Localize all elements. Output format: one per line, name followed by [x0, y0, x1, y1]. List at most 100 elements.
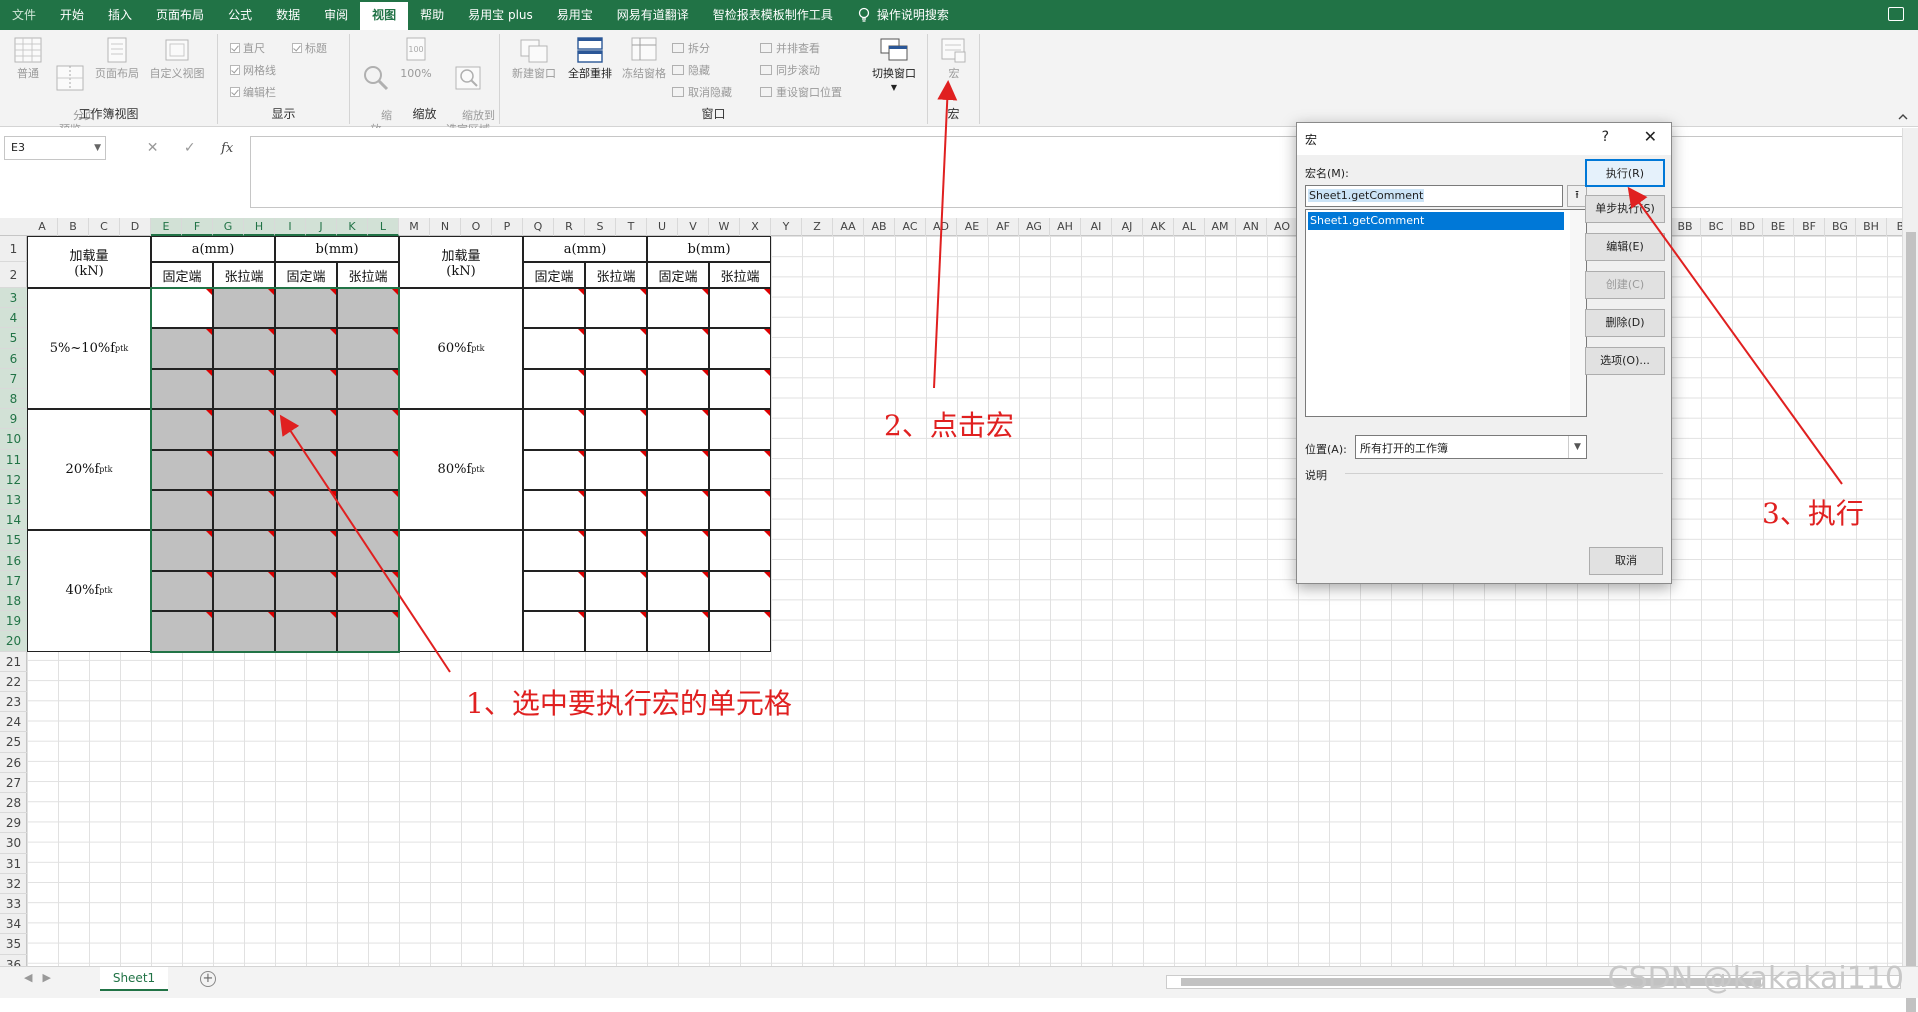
- row-header[interactable]: 16: [0, 550, 27, 571]
- column-header[interactable]: AL: [1174, 218, 1205, 236]
- create-button[interactable]: 创建(C): [1585, 271, 1665, 299]
- tab-file[interactable]: 文件: [0, 0, 48, 30]
- column-header[interactable]: B: [58, 218, 89, 236]
- column-header[interactable]: K: [337, 218, 368, 236]
- measurement-cell[interactable]: [709, 490, 771, 531]
- row-header[interactable]: 24: [0, 712, 27, 733]
- measurement-cell[interactable]: [647, 288, 709, 329]
- measurement-cell[interactable]: [709, 288, 771, 329]
- cancel-formula-icon[interactable]: ✕: [147, 140, 159, 156]
- measurement-cell[interactable]: [151, 611, 213, 652]
- vertical-scrollbar[interactable]: [1902, 128, 1918, 1012]
- run-button[interactable]: 执行(R): [1585, 159, 1665, 187]
- measurement-cell[interactable]: [647, 368, 709, 410]
- measurement-cell[interactable]: [337, 368, 399, 410]
- column-header[interactable]: AJ: [1112, 218, 1143, 236]
- measurement-cell[interactable]: [337, 490, 399, 531]
- measurement-cell[interactable]: [523, 530, 585, 571]
- measurement-cell[interactable]: [585, 368, 647, 410]
- measurement-cell[interactable]: [647, 449, 709, 490]
- tab-youdao-translate[interactable]: 网易有道翻译: [605, 0, 701, 30]
- row-header[interactable]: 15: [0, 530, 27, 551]
- measurement-cell[interactable]: [647, 409, 709, 450]
- row-header[interactable]: 12: [0, 469, 27, 490]
- measurement-cell[interactable]: [213, 490, 275, 531]
- measurement-cell[interactable]: [275, 611, 337, 652]
- custom-views-button[interactable]: 自定义视图: [144, 36, 210, 81]
- row-header[interactable]: 28: [0, 793, 27, 814]
- column-header[interactable]: BE: [1763, 218, 1794, 236]
- column-header[interactable]: A: [27, 218, 58, 236]
- measurement-cell[interactable]: [213, 449, 275, 490]
- tension-end-header-cell[interactable]: 张拉端: [337, 262, 399, 288]
- tab-help[interactable]: 帮助: [408, 0, 456, 30]
- column-header[interactable]: AB: [864, 218, 895, 236]
- column-header[interactable]: G: [213, 218, 244, 236]
- measurement-cell[interactable]: [585, 490, 647, 531]
- fixed-end-header-cell[interactable]: 固定端: [151, 262, 213, 288]
- column-header[interactable]: F: [182, 218, 213, 236]
- measurement-cell[interactable]: [275, 530, 337, 571]
- normal-view-button[interactable]: 普通: [8, 36, 48, 81]
- enter-formula-icon[interactable]: ✓: [184, 140, 196, 156]
- row-header[interactable]: 25: [0, 732, 27, 753]
- macro-name-input[interactable]: Sheet1.getComment: [1305, 185, 1563, 207]
- measurement-cell[interactable]: [709, 530, 771, 571]
- tab-view[interactable]: 视图: [360, 2, 409, 30]
- synchronous-scrolling-button[interactable]: 同步滚动: [760, 62, 820, 78]
- measurement-cell[interactable]: [275, 570, 337, 612]
- tab-review[interactable]: 审阅: [312, 0, 360, 30]
- row-header[interactable]: 6: [0, 348, 27, 369]
- column-header[interactable]: D: [120, 218, 151, 236]
- tab-formulas[interactable]: 公式: [216, 0, 264, 30]
- measurement-cell[interactable]: [213, 611, 275, 652]
- freeze-panes-button[interactable]: 冻结窗格: [618, 36, 670, 81]
- measurement-cell[interactable]: [647, 490, 709, 531]
- tab-insert[interactable]: 插入: [96, 0, 144, 30]
- measurement-cell[interactable]: [523, 328, 585, 369]
- measurement-cell[interactable]: [151, 368, 213, 410]
- measurement-cell[interactable]: [213, 570, 275, 612]
- unhide-button[interactable]: 取消隐藏: [672, 84, 732, 100]
- measurement-cell[interactable]: [585, 449, 647, 490]
- row-header[interactable]: 13: [0, 490, 27, 511]
- cancel-button[interactable]: 取消: [1589, 547, 1663, 575]
- measurement-cell[interactable]: [523, 409, 585, 450]
- tension-end-header-cell[interactable]: 张拉端: [709, 262, 771, 288]
- measurement-cell[interactable]: [213, 288, 275, 329]
- measurement-cell[interactable]: [585, 530, 647, 571]
- delete-button[interactable]: 删除(D): [1585, 309, 1665, 337]
- column-header[interactable]: BB: [1670, 218, 1701, 236]
- column-header[interactable]: AH: [1050, 218, 1081, 236]
- column-header[interactable]: I: [275, 218, 306, 236]
- measurement-cell[interactable]: [275, 288, 337, 329]
- insert-function-icon[interactable]: fx: [221, 141, 233, 156]
- column-header[interactable]: BG: [1825, 218, 1856, 236]
- fixed-end-header-cell[interactable]: 固定端: [275, 262, 337, 288]
- column-header[interactable]: U: [647, 218, 678, 236]
- fixed-end-header-cell[interactable]: 固定端: [523, 262, 585, 288]
- column-header[interactable]: P: [492, 218, 523, 236]
- measurement-cell[interactable]: [337, 611, 399, 652]
- measurement-cell[interactable]: [709, 368, 771, 410]
- row-header[interactable]: 31: [0, 854, 27, 874]
- load-level-cell[interactable]: 80%f ptk: [399, 409, 523, 531]
- measurement-cell[interactable]: [275, 449, 337, 490]
- row-header[interactable]: 27: [0, 773, 27, 793]
- measurement-cell[interactable]: [337, 409, 399, 450]
- measurement-cell[interactable]: [709, 611, 771, 652]
- measurement-cell[interactable]: [337, 570, 399, 612]
- tension-end-header-cell[interactable]: 张拉端: [585, 262, 647, 288]
- measurement-cell[interactable]: [213, 328, 275, 369]
- tab-yiyongbao-plus[interactable]: 易用宝 plus: [456, 0, 545, 30]
- row-header[interactable]: 35: [0, 934, 27, 955]
- measurement-cell[interactable]: [151, 490, 213, 531]
- row-header[interactable]: 2: [0, 262, 27, 288]
- row-header[interactable]: 11: [0, 449, 27, 470]
- a-mm-header-cell[interactable]: a(mm): [523, 236, 647, 262]
- measurement-cell[interactable]: [151, 328, 213, 369]
- column-header[interactable]: BI: [1887, 218, 1902, 236]
- column-header[interactable]: M: [399, 218, 430, 236]
- macros-button[interactable]: 宏: [936, 36, 972, 81]
- new-window-button[interactable]: 新建窗口: [508, 36, 560, 81]
